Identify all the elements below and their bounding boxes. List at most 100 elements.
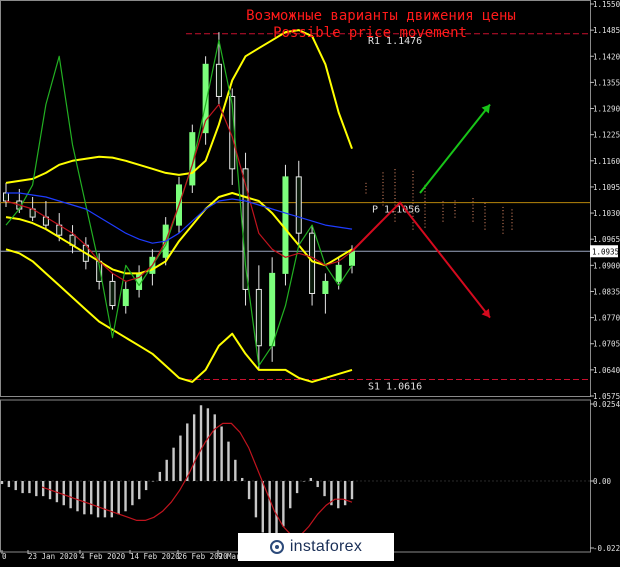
projection-dot bbox=[442, 207, 444, 209]
projection-dot bbox=[511, 228, 513, 230]
osc-bar bbox=[124, 480, 127, 512]
projection-dot bbox=[454, 213, 456, 215]
projection-dot bbox=[442, 204, 444, 206]
forecast-down-arrow bbox=[351, 201, 491, 319]
projection-dot bbox=[454, 210, 456, 212]
y-tick-label: 1.1485 bbox=[593, 26, 620, 35]
y-tick-label: 1.0770 bbox=[593, 314, 620, 323]
y-tick-label: 1.0835 bbox=[593, 287, 620, 296]
projection-dot bbox=[424, 210, 426, 212]
osc-bar bbox=[69, 480, 72, 509]
projection-dot bbox=[382, 194, 384, 196]
projection-dot bbox=[424, 220, 426, 222]
projection-dot bbox=[394, 178, 396, 180]
candle-down bbox=[295, 176, 302, 234]
projection-dot bbox=[424, 216, 426, 219]
osc-bar bbox=[41, 480, 45, 497]
projection-dot bbox=[365, 189, 367, 191]
projection-dot bbox=[502, 206, 504, 209]
projection-dot bbox=[424, 226, 426, 228]
projection-dot bbox=[454, 203, 456, 205]
projection-dot bbox=[412, 186, 414, 188]
projection-dot bbox=[412, 170, 414, 172]
osc-bar bbox=[151, 480, 155, 482]
projection-dot bbox=[472, 197, 474, 200]
projection-dot bbox=[382, 191, 384, 193]
projection-dot bbox=[394, 204, 396, 206]
x-tick-label: 23 Jan 2020 bbox=[28, 552, 78, 561]
osc-y-tick-label: 0.00 bbox=[593, 477, 612, 486]
candle-down bbox=[109, 280, 116, 307]
oscillator-panel-frame bbox=[0, 399, 591, 553]
osc-bar bbox=[213, 414, 216, 481]
projection-dot bbox=[382, 204, 384, 206]
projection-dot bbox=[424, 200, 426, 203]
price-chart: 1.1550 1.1485 1.1420 1.1355 1.1290 1.1225 1.11… bbox=[0, 0, 620, 561]
projection-dot bbox=[484, 202, 486, 205]
osc-bar bbox=[35, 480, 38, 497]
projection-dot bbox=[442, 210, 444, 213]
projection-dot bbox=[382, 178, 384, 180]
projection-dot bbox=[424, 197, 426, 199]
projection-dot bbox=[442, 214, 444, 216]
projection-dot bbox=[412, 206, 414, 208]
projection-dot bbox=[394, 188, 396, 190]
candle-up bbox=[322, 280, 329, 294]
projection-dot bbox=[365, 192, 367, 194]
projection-dot bbox=[502, 222, 504, 225]
osc-bar bbox=[275, 480, 278, 539]
y-tick-label: 1.0640 bbox=[593, 366, 620, 375]
osc-bar bbox=[0, 480, 4, 485]
y-tick-label: 1.1225 bbox=[593, 131, 620, 140]
osc-bar bbox=[316, 480, 319, 488]
projection-dot bbox=[484, 225, 486, 227]
projection-dot bbox=[502, 216, 504, 218]
osc-bar bbox=[247, 480, 251, 500]
projection-dot bbox=[424, 223, 426, 225]
x-tick-label: 14 Feb 2020 bbox=[130, 552, 180, 561]
osc-bar bbox=[21, 480, 24, 494]
candle-up bbox=[282, 176, 289, 274]
osc-bar bbox=[28, 480, 31, 494]
projection-dot bbox=[412, 222, 414, 224]
chart-root: 1.1550 1.1485 1.1420 1.1355 1.1290 1.1225 1.11… bbox=[0, 0, 620, 563]
projection-dot bbox=[472, 217, 474, 219]
projection-dot bbox=[394, 191, 396, 193]
osc-bar bbox=[295, 480, 299, 494]
projection-dot bbox=[484, 212, 486, 214]
projection-dot bbox=[472, 207, 474, 209]
candle-down bbox=[309, 232, 316, 294]
projection-dot bbox=[394, 210, 396, 213]
projection-dot bbox=[382, 201, 384, 203]
brand-logo-text: instaforex bbox=[289, 538, 363, 555]
projection-dot bbox=[454, 216, 456, 218]
osc-bar bbox=[261, 480, 264, 533]
projection-dot bbox=[454, 200, 456, 202]
y-tick-label: 1.1355 bbox=[593, 78, 620, 87]
projection-dot bbox=[394, 201, 396, 203]
chart-title: Возможные варианты движения цены bbox=[246, 8, 516, 24]
projection-dot bbox=[484, 218, 486, 221]
candle-down bbox=[3, 192, 9, 202]
osc-bar bbox=[337, 480, 340, 509]
candle-down bbox=[255, 288, 262, 347]
projection-dot bbox=[472, 214, 474, 216]
main-panel-frame bbox=[0, 0, 591, 397]
chart-subtitle: Possible price movement bbox=[273, 25, 467, 41]
bollinger-upper-line bbox=[5, 29, 353, 184]
projection-dot bbox=[412, 180, 414, 182]
osc-bar bbox=[234, 459, 237, 481]
osc-bar bbox=[206, 408, 210, 481]
projection-dot bbox=[502, 229, 504, 231]
candle-up bbox=[335, 264, 342, 282]
osc-bar bbox=[323, 480, 326, 497]
brand-logo-icon bbox=[269, 540, 284, 554]
osc-y-tick-label: 0.02542 bbox=[593, 400, 620, 409]
projection-dot bbox=[472, 201, 474, 203]
projection-dot bbox=[511, 218, 513, 221]
projection-dot bbox=[511, 225, 513, 227]
projection-dot bbox=[412, 199, 414, 201]
projection-dot bbox=[442, 217, 444, 219]
projection-dot bbox=[394, 169, 396, 171]
projection-dot bbox=[511, 212, 513, 214]
